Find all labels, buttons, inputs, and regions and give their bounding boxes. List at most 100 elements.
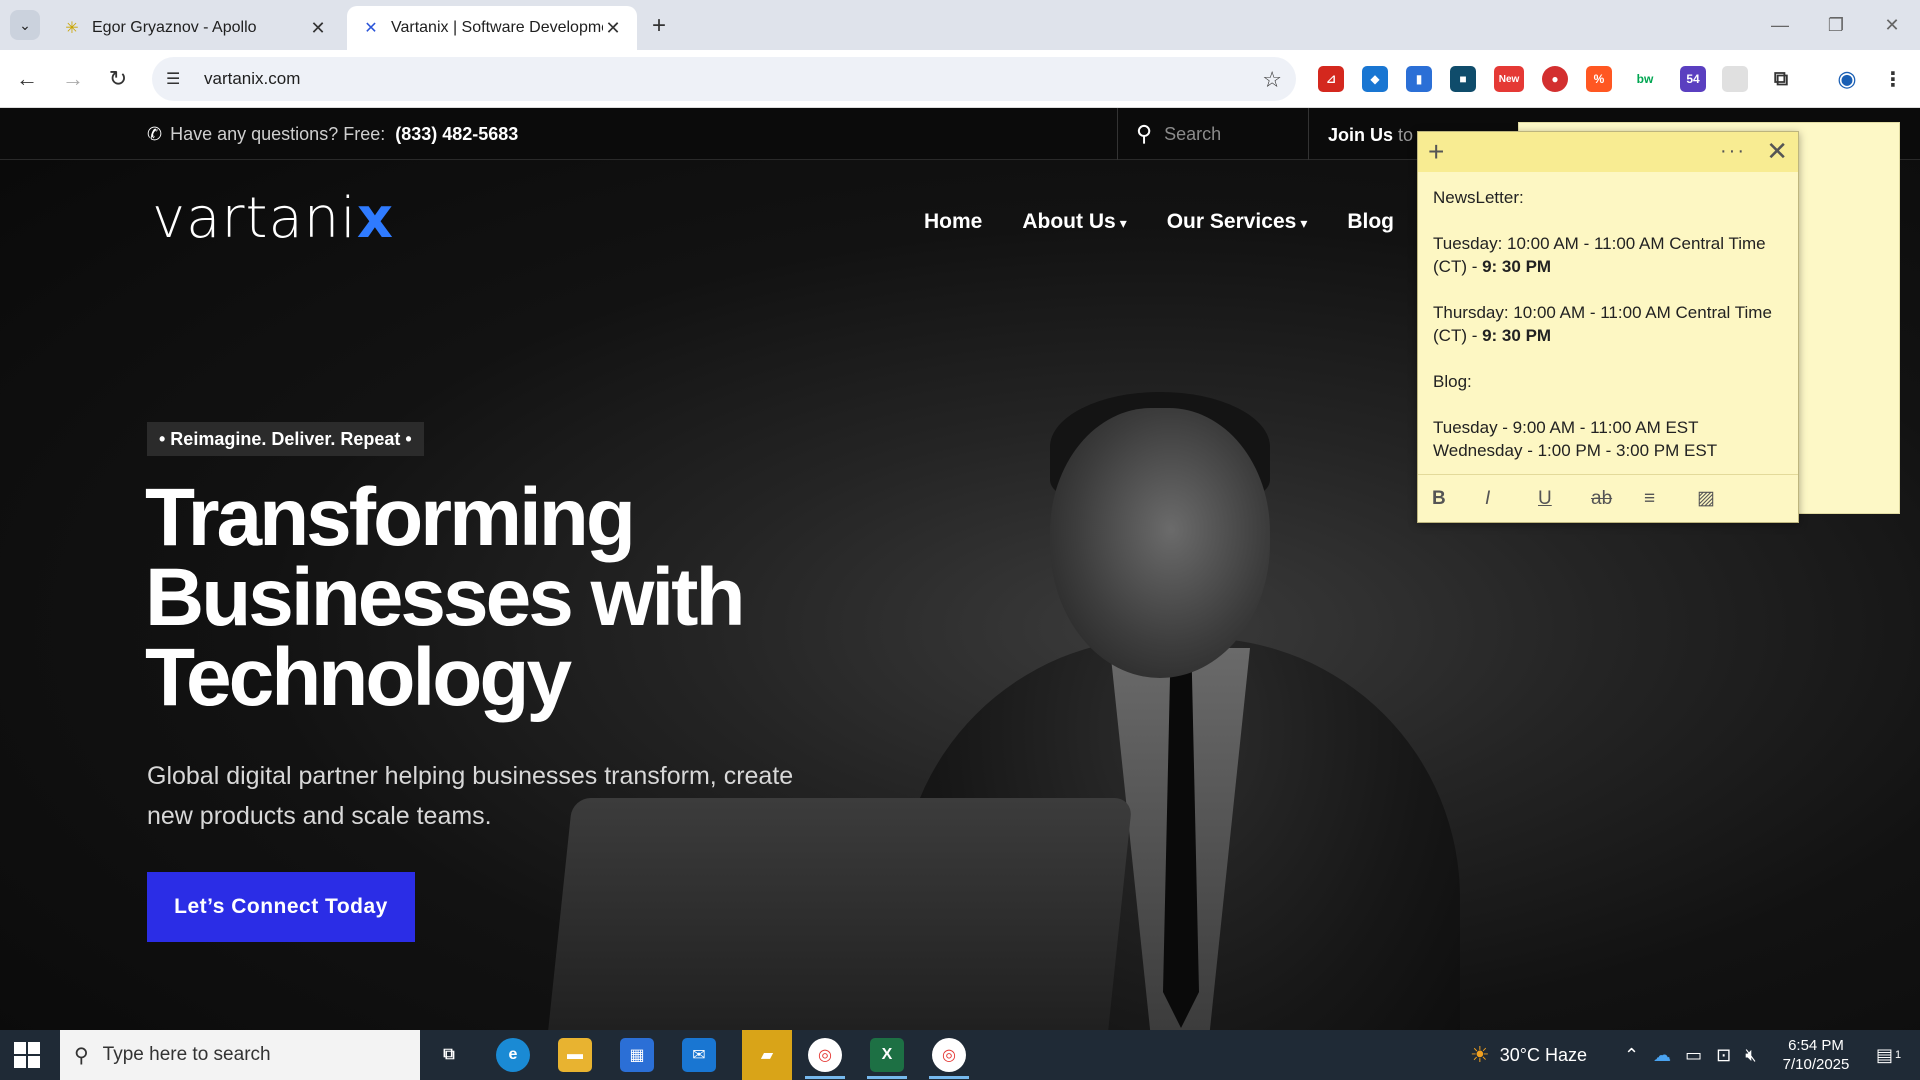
close-icon[interactable]: ✕ (308, 18, 328, 39)
back-icon[interactable]: ← (12, 64, 42, 94)
sticky-note-text[interactable]: NewsLetter: Tuesday: 10:00 AM - 11:00 AM… (1418, 172, 1798, 462)
search-icon: ⚲ (74, 1044, 89, 1067)
window-close-icon[interactable]: ✕ (1864, 0, 1920, 50)
tab-search-button[interactable]: ⌄ (10, 10, 40, 40)
weather-widget[interactable]: ☀ 30°C Haze (1470, 1030, 1587, 1080)
logo-accent: x (356, 186, 394, 251)
notification-count: 1 (1895, 1049, 1902, 1061)
note-line: Tuesday: 10:00 AM - 11:00 AM Central Tim… (1433, 232, 1783, 278)
store-icon[interactable]: ▦ (620, 1038, 654, 1072)
question-text: Have any questions? Free: (170, 124, 386, 144)
browser-tab-strip: ⌄ ✳ Egor Gryaznov - Apollo ✕ ✕ Vartanix … (0, 0, 1920, 50)
tab-title: Vartanix | Software Developmen (391, 19, 603, 36)
photo-head (1050, 408, 1270, 678)
tab-title: Egor Gryaznov - Apollo (92, 19, 257, 36)
chevron-down-icon: ▾ (1300, 215, 1308, 231)
shield-icon[interactable]: ◆ (1362, 66, 1388, 92)
excel-icon[interactable]: X (870, 1038, 904, 1072)
restore-icon[interactable]: ❐ (1808, 0, 1864, 50)
nav-about[interactable]: About Us ▾ (1022, 210, 1126, 234)
address-bar[interactable]: ☰ vartanix.com ☆ (152, 57, 1296, 101)
kebab-menu-icon[interactable]: ⋮ (1880, 66, 1906, 92)
message-icon: ▤ (1876, 1044, 1894, 1065)
note-line: NewsLetter: (1433, 188, 1524, 207)
bookmark-star-icon[interactable]: ☆ (1262, 67, 1282, 93)
file-explorer-icon[interactable]: ▬ (558, 1038, 592, 1072)
add-note-icon[interactable]: + (1428, 136, 1444, 168)
network-icon[interactable]: ⊡ (1716, 1045, 1731, 1066)
book-icon[interactable]: ▮ (1406, 66, 1432, 92)
windows-start-icon[interactable] (14, 1042, 40, 1068)
blank-ext-icon[interactable] (1722, 66, 1748, 92)
close-icon[interactable]: ✕ (603, 18, 623, 39)
pdf-icon[interactable]: ⊿ (1318, 66, 1344, 92)
notification-center-icon[interactable]: ▤ 1 (1876, 1030, 1901, 1080)
headline-line: Technology (145, 632, 572, 723)
logo-main: vartani (152, 186, 357, 251)
connect-button[interactable]: Let’s Connect Today (147, 872, 415, 942)
bw-icon[interactable]: bw (1632, 66, 1658, 92)
italic-icon[interactable]: I (1485, 488, 1538, 510)
more-options-icon[interactable]: ··· (1720, 140, 1746, 163)
new-tab-button[interactable]: + (652, 12, 666, 40)
minimize-icon[interactable]: — (1752, 0, 1808, 50)
nav-home[interactable]: Home (924, 210, 982, 234)
pokeball-icon[interactable]: ● (1542, 66, 1568, 92)
windows-taskbar: ⚲ Type here to search ⧉ e ▬ ▦ ✉ ▰ ◎ X ◎ … (0, 1030, 1920, 1080)
weather-icon: ☀ (1470, 1042, 1490, 1067)
note-bold: 9: 30 PM (1482, 257, 1552, 276)
chrome-icon[interactable]: ◎ (932, 1038, 966, 1072)
grad-cap-icon[interactable]: 54 (1680, 66, 1706, 92)
clock[interactable]: 6:54 PM 7/10/2025 (1770, 1036, 1862, 1074)
percent-icon[interactable]: % (1586, 66, 1612, 92)
join-us-link[interactable]: Join Us to s (1328, 125, 1427, 146)
chrome-icon[interactable]: ◎ (808, 1038, 842, 1072)
site-search[interactable]: ⚲ Search (1117, 108, 1309, 160)
hero-headline: Transforming Businesses with Technology (145, 477, 845, 723)
search-placeholder: Search (1164, 123, 1222, 144)
tab-apollo[interactable]: ✳ Egor Gryaznov - Apollo ✕ (48, 6, 342, 50)
note-line: Wednesday - 1:00 PM - 3:00 PM EST (1433, 441, 1718, 460)
active-app-indicator (929, 1076, 969, 1079)
bold-icon[interactable]: B (1432, 488, 1485, 510)
profile-icon[interactable]: ◉ (1834, 66, 1860, 92)
contact-line: ✆ Have any questions? Free: (833) 482-5683 (147, 124, 518, 145)
strikethrough-icon[interactable]: ab (1591, 488, 1644, 510)
note-line: Blog: (1433, 372, 1472, 391)
edge-icon[interactable]: e (496, 1038, 530, 1072)
url-text: vartanix.com (204, 69, 301, 88)
phone-link[interactable]: (833) 482-5683 (395, 124, 518, 144)
chevron-up-icon[interactable]: ⌃ (1624, 1045, 1639, 1066)
date-text: 7/10/2025 (1782, 1056, 1850, 1073)
tab-vartanix[interactable]: ✕ Vartanix | Software Developmen ✕ (347, 6, 637, 50)
taskbar-search[interactable]: ⚲ Type here to search (60, 1030, 420, 1080)
hero-eyebrow: • Reimagine. Deliver. Repeat • (147, 422, 424, 456)
image-icon[interactable]: ▨ (1697, 487, 1750, 510)
window-controls: — ❐ ✕ (1752, 0, 1920, 50)
puzzle-extensions-icon[interactable]: ⧉ (1768, 66, 1794, 92)
active-app-indicator (867, 1076, 907, 1079)
underline-icon[interactable]: U (1538, 488, 1591, 510)
nav-services[interactable]: Our Services ▾ (1167, 210, 1308, 234)
new-badge-icon[interactable]: New (1494, 66, 1524, 92)
onedrive-icon[interactable]: ☁ (1653, 1045, 1671, 1066)
volume-muted-icon[interactable]: 🔇︎ (1745, 1045, 1756, 1066)
reload-icon[interactable]: ↻ (103, 64, 133, 94)
system-tray: ⌃ ☁ ▭ ⊡ 🔇︎ (1624, 1030, 1757, 1080)
site-info-icon[interactable]: ☰ (166, 69, 188, 89)
mail-icon[interactable]: ✉ (682, 1038, 716, 1072)
close-icon[interactable]: ✕ (1766, 136, 1788, 167)
battery-icon[interactable]: ▭ (1685, 1045, 1702, 1066)
nav-blog[interactable]: Blog (1347, 210, 1394, 234)
forward-icon[interactable]: → (58, 64, 88, 94)
browser-toolbar: ← → ↻ ☰ vartanix.com ☆ ⊿ ◆ ▮ ■ New ● % b… (0, 50, 1920, 108)
taskbar-search-placeholder: Type here to search (102, 1044, 271, 1065)
chevron-down-icon: ▾ (1119, 215, 1127, 231)
chevron-down-icon: ⌄ (19, 16, 31, 33)
sticky-notes-app-icon[interactable]: ▰ (742, 1030, 792, 1080)
task-view-icon[interactable]: ⧉ (432, 1038, 466, 1072)
site-logo[interactable]: vartanix (152, 186, 394, 251)
folder-icon[interactable]: ■ (1450, 66, 1476, 92)
bullet-list-icon[interactable]: ≡ (1644, 488, 1697, 510)
sticky-note-header[interactable]: + ··· ✕ (1418, 132, 1798, 172)
